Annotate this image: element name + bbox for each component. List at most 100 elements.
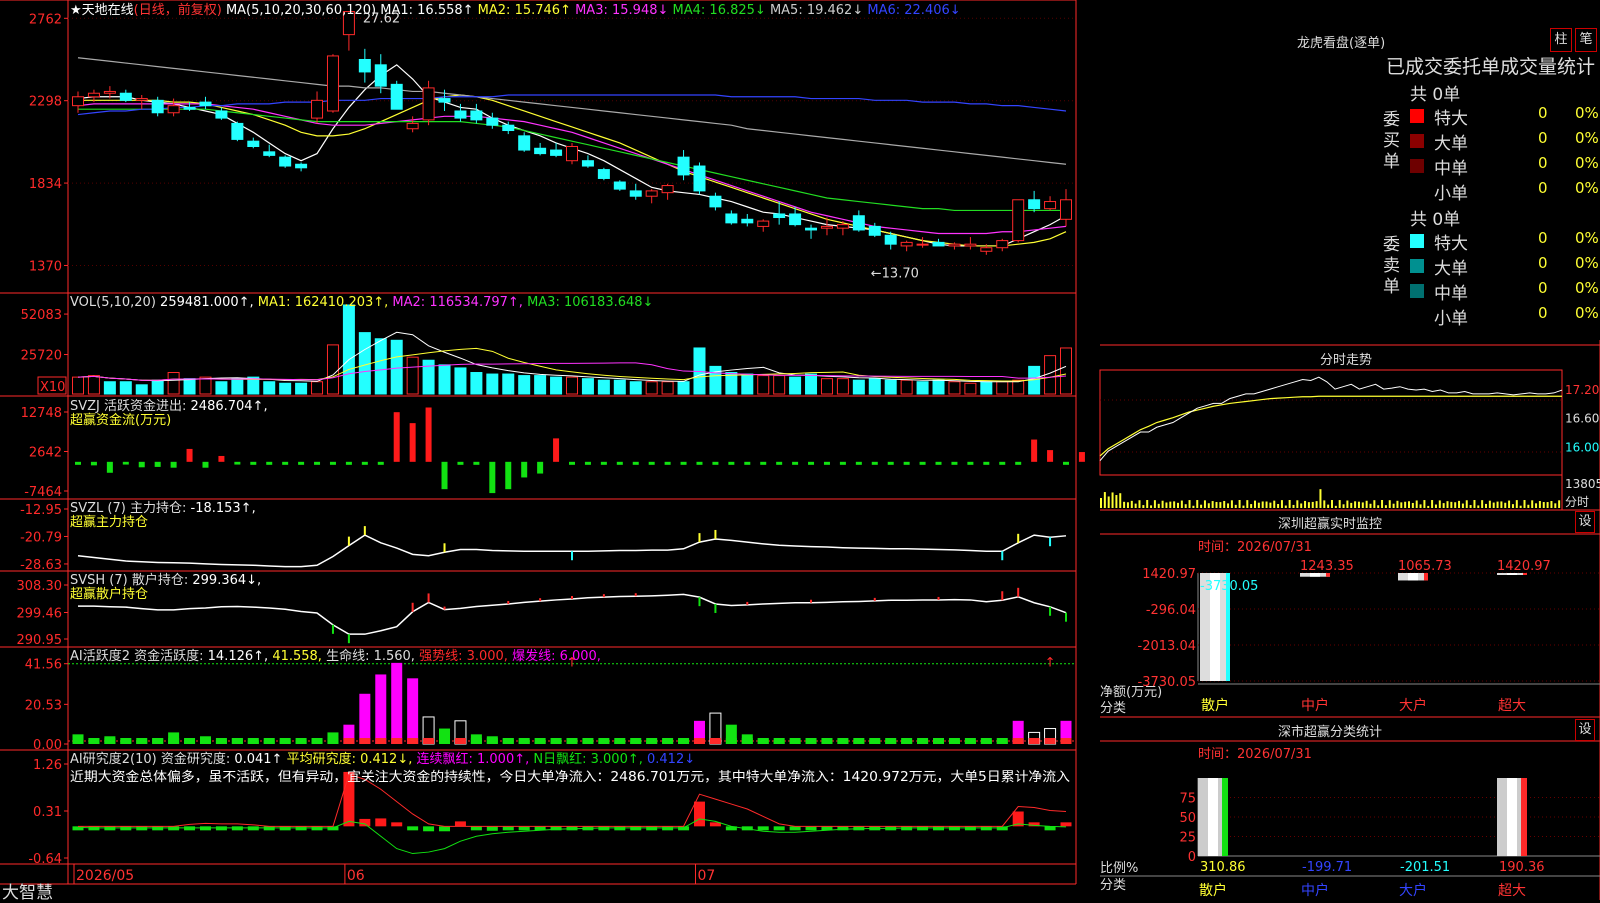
candle[interactable]	[247, 137, 260, 149]
intraday-vol-bar	[1411, 502, 1414, 508]
candle[interactable]	[119, 89, 132, 103]
activity-base	[693, 738, 705, 744]
svzl-header: SVZL (7) 主力持仓: -18.153↑,	[70, 501, 256, 516]
candle[interactable]	[693, 162, 706, 195]
candle[interactable]	[279, 155, 292, 168]
candle[interactable]	[709, 192, 722, 211]
activity-base	[518, 738, 530, 744]
lifeline-value: 1.560,	[374, 649, 419, 664]
candle[interactable]	[932, 238, 945, 247]
monitor-settings-button[interactable]: 设	[1575, 511, 1595, 533]
candle[interactable]	[358, 48, 371, 83]
candle[interactable]	[231, 121, 244, 142]
volume-bar	[518, 375, 531, 395]
monitor-bar-edge	[1424, 573, 1428, 581]
candle[interactable]	[422, 80, 435, 126]
row-count: 0	[1538, 254, 1548, 272]
volume-bar	[820, 378, 833, 395]
row-color-swatch	[1410, 134, 1424, 148]
research-last-value: 0.412↓	[647, 752, 695, 767]
candle[interactable]	[534, 142, 547, 156]
y-tick-label: -12.95	[20, 503, 62, 518]
candle[interactable]	[757, 219, 770, 232]
candle-body	[390, 83, 403, 110]
candle[interactable]	[1012, 199, 1025, 243]
intraday-title: 分时走势	[1320, 353, 1373, 368]
candle[interactable]	[470, 103, 483, 124]
candle[interactable]	[1060, 189, 1072, 227]
candle[interactable]	[550, 142, 563, 158]
candle[interactable]	[295, 162, 308, 172]
intraday-vol-bar	[1304, 500, 1307, 508]
candle[interactable]	[661, 183, 674, 200]
fund-flow-bar	[537, 461, 544, 474]
intraday-vol-bar	[1396, 500, 1399, 508]
fund-flow-bar	[329, 461, 336, 465]
event-tick	[1065, 612, 1067, 622]
candle[interactable]	[566, 142, 578, 165]
candle[interactable]	[597, 167, 610, 181]
candle[interactable]	[263, 144, 276, 158]
intraday-vol-bar	[1515, 500, 1518, 508]
candle[interactable]	[581, 155, 594, 168]
period-label: (日线，前复权)	[134, 2, 222, 18]
candle[interactable]	[518, 132, 531, 152]
intraday-vol-bar	[1180, 500, 1183, 508]
tab-column[interactable]: 柱	[1550, 28, 1572, 52]
candle-body	[422, 87, 435, 121]
research-bar	[152, 826, 164, 831]
intraday-vol-bar	[1361, 502, 1364, 508]
activity-base	[773, 738, 785, 744]
candle[interactable]	[629, 183, 642, 200]
candle[interactable]	[406, 116, 419, 133]
fund-flow-bar	[632, 461, 639, 465]
candle-body	[263, 151, 276, 156]
dragon-header: 已成交委托单成交量统计	[1386, 56, 1596, 78]
fund-flow-bar	[983, 461, 990, 465]
svzj-label: SVZJ 活跃资金进出:	[70, 398, 191, 414]
candle[interactable]	[916, 237, 929, 248]
row-pct: 0%	[1575, 104, 1599, 122]
candle[interactable]	[964, 237, 977, 250]
candle[interactable]	[741, 213, 754, 227]
candle[interactable]	[613, 180, 626, 191]
volume-bar	[406, 356, 419, 395]
candle[interactable]	[486, 112, 499, 129]
candle[interactable]	[900, 240, 913, 252]
candle[interactable]	[135, 95, 148, 110]
activity-base	[231, 738, 243, 744]
intraday-vol-bar	[1331, 500, 1333, 508]
candle[interactable]	[645, 189, 658, 204]
ai-research-value: 0.041↑	[234, 752, 286, 767]
candle[interactable]	[215, 107, 228, 120]
candle[interactable]	[326, 54, 339, 113]
candle[interactable]	[199, 96, 212, 110]
candle[interactable]	[1028, 190, 1041, 213]
tab-pen[interactable]: 笔	[1575, 28, 1597, 52]
candle[interactable]	[311, 91, 324, 124]
fund-flow-bar	[1047, 450, 1054, 462]
volume-bar	[613, 379, 626, 395]
classify-settings-button[interactable]: 设	[1575, 719, 1595, 741]
candle[interactable]	[852, 210, 865, 232]
fund-flow-bar	[218, 455, 225, 462]
candle[interactable]	[996, 238, 1009, 252]
intraday-vol-bar	[1292, 504, 1295, 508]
activity-base	[821, 738, 833, 744]
candle[interactable]	[1044, 196, 1057, 211]
research-commentary: 近期大资金总体偏多，虽不活跃，但有异动，宜关注大资金的持续性，今日大单净流入：2…	[70, 769, 1070, 785]
candle[interactable]	[677, 150, 690, 181]
candle[interactable]	[390, 80, 403, 110]
candle[interactable]	[725, 210, 738, 225]
y-tick-label: 0.00	[33, 738, 62, 753]
event-tick	[1049, 606, 1052, 616]
classify-bar-shine	[1208, 778, 1218, 856]
research-bar	[263, 826, 275, 831]
candle[interactable]	[805, 224, 818, 239]
volume-label: VOL(5,10,20)	[70, 295, 160, 310]
candle[interactable]	[151, 96, 164, 117]
activity-base	[295, 738, 307, 744]
intraday-vol-bar	[1107, 496, 1110, 508]
fund-flow-bar	[903, 461, 910, 465]
candle-body	[518, 135, 531, 151]
